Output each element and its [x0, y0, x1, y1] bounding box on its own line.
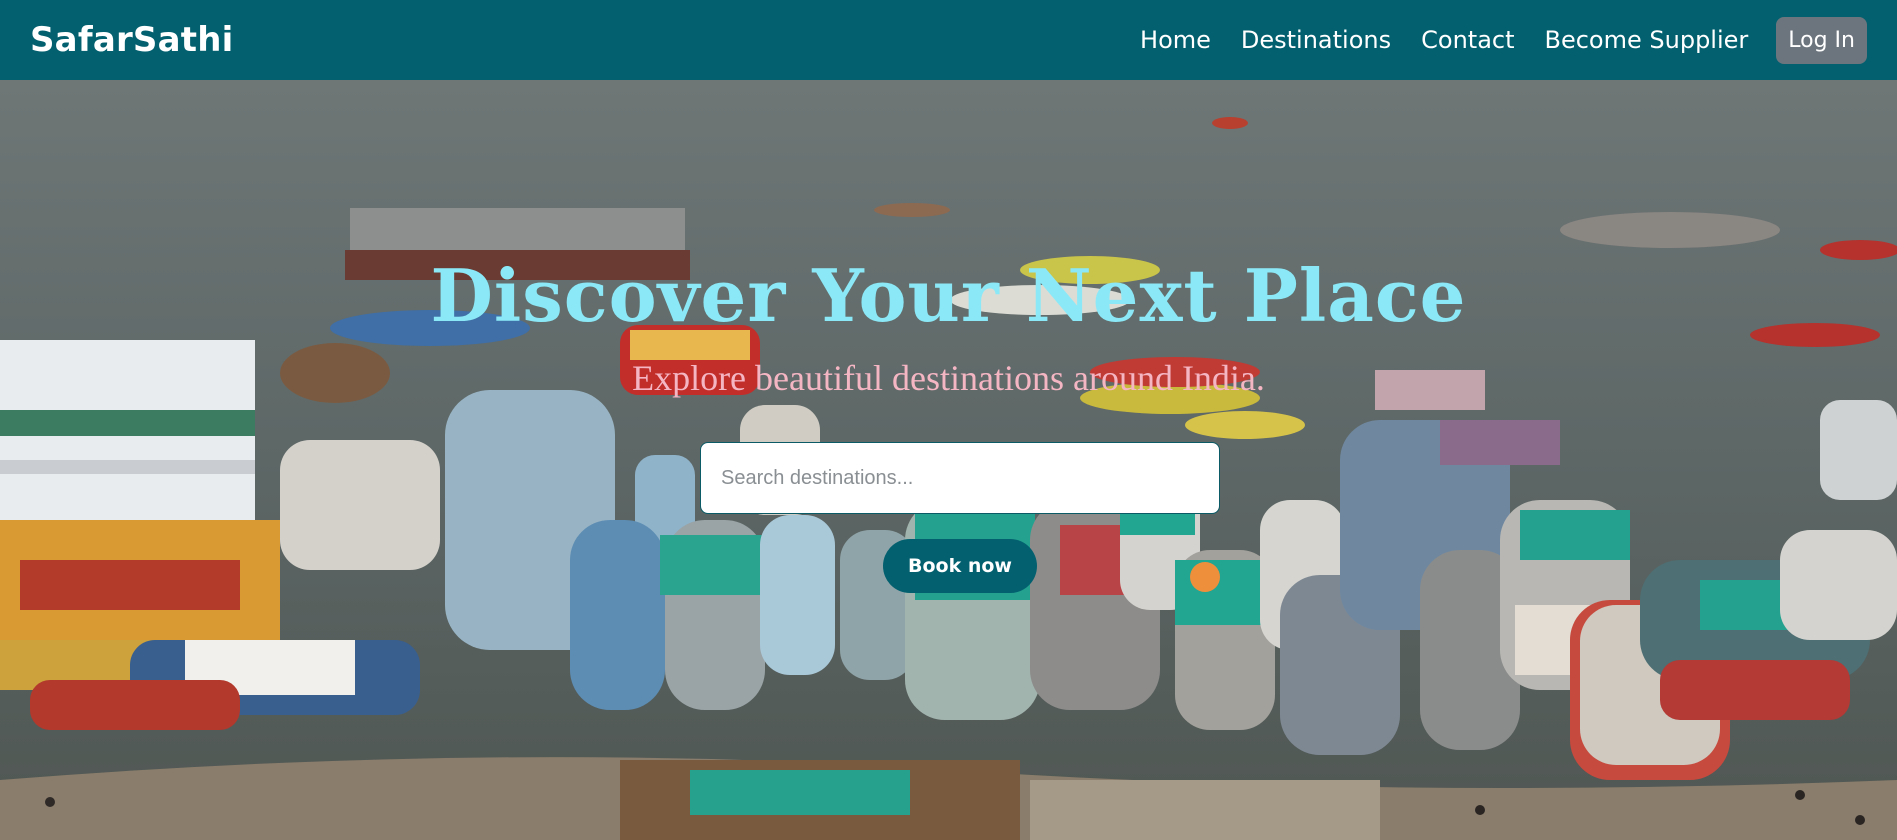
nav-link-destinations[interactable]: Destinations — [1241, 26, 1391, 54]
navbar: SafarSathi Home Destinations Contact Bec… — [0, 0, 1897, 80]
book-now-button[interactable]: Book now — [883, 539, 1037, 593]
main-nav: Home Destinations Contact Become Supplie… — [1140, 16, 1867, 64]
nav-link-become-supplier[interactable]: Become Supplier — [1545, 26, 1749, 54]
nav-link-contact[interactable]: Contact — [1421, 26, 1514, 54]
hero-section: Discover Your Next Place Explore beautif… — [0, 80, 1897, 840]
login-button[interactable]: Log In — [1776, 16, 1867, 64]
brand-logo[interactable]: SafarSathi — [30, 20, 233, 60]
nav-link-home[interactable]: Home — [1140, 26, 1211, 54]
hero-title: Discover Your Next Place — [430, 253, 1467, 338]
cursor-dot — [1190, 562, 1220, 592]
hero-subtitle: Explore beautiful destinations around In… — [632, 358, 1265, 398]
search-input[interactable] — [700, 442, 1220, 514]
